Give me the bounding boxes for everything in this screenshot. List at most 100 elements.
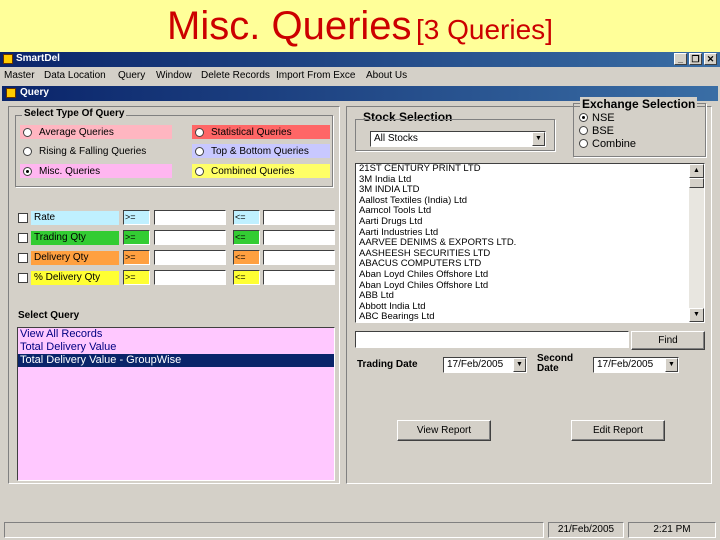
menu-master[interactable]: Master <box>4 70 35 81</box>
edit-report-button[interactable]: Edit Report <box>571 420 665 441</box>
rate-min-operator[interactable]: >= <box>123 210 150 225</box>
list-item[interactable]: 21ST CENTURY PRINT LTD <box>356 164 704 175</box>
list-item[interactable]: ABC Bearings Ltd <box>356 312 704 322</box>
chevron-down-icon[interactable]: ▼ <box>665 358 678 372</box>
rate-max-input[interactable] <box>263 210 335 225</box>
minimize-icon[interactable]: _ <box>674 53 687 65</box>
chevron-down-icon[interactable]: ▼ <box>513 358 526 372</box>
stock-combo-value: All Stocks <box>374 133 418 144</box>
status-panel-main <box>4 522 544 538</box>
delivery-qty-max-input[interactable] <box>263 250 335 265</box>
find-input[interactable] <box>355 331 629 348</box>
radio-nse[interactable]: NSE <box>576 111 615 124</box>
app-title-bar: SmartDel _ ❐ ✕ <box>0 52 720 67</box>
radio-label: Combined Queries <box>208 165 298 177</box>
stock-list[interactable]: 21ST CENTURY PRINT LTD 3M India Ltd 3M I… <box>355 163 705 323</box>
app-icon <box>3 54 13 64</box>
scroll-thumb[interactable] <box>689 178 704 188</box>
query-item-total-delivery-groupwise[interactable]: Total Delivery Value - GroupWise <box>18 354 334 367</box>
select-query-list[interactable]: View All Records Total Delivery Value To… <box>17 327 335 481</box>
chevron-down-icon[interactable]: ▼ <box>532 132 545 146</box>
delivery-qty-checkbox[interactable] <box>18 253 28 263</box>
trading-date-label: Trading Date <box>357 359 418 370</box>
pct-delivery-qty-min-input[interactable] <box>154 270 226 285</box>
query-window-title: Query <box>20 87 49 98</box>
radio-label: NSE <box>592 111 615 124</box>
query-window-icon <box>6 88 16 98</box>
trading-date-picker[interactable]: 17/Feb/2005 ▼ <box>443 357 527 373</box>
scroll-up-icon[interactable]: ▲ <box>689 164 704 178</box>
pct-delivery-qty-min-operator[interactable]: >= <box>123 270 150 285</box>
second-date-picker[interactable]: 17/Feb/2005 ▼ <box>593 357 679 373</box>
list-item[interactable]: Aban Loyd Chiles Offshore Ltd <box>356 280 704 292</box>
maximize-icon[interactable]: ❐ <box>689 53 702 65</box>
trading-date-value: 17/Feb/2005 <box>447 359 504 370</box>
list-item[interactable]: Aarti Drugs Ltd <box>356 216 704 228</box>
trading-qty-label: Trading Qty <box>31 231 119 245</box>
radio-rising-falling-queries[interactable]: Rising & Falling Queries <box>20 144 172 158</box>
radio-label: Misc. Queries <box>36 165 104 177</box>
right-panel: Stock Selection All Stocks ▼ Exchange Se… <box>346 97 712 484</box>
radio-label: Combine <box>592 137 637 150</box>
status-time: 2:21 PM <box>628 522 716 538</box>
radio-top-bottom-queries[interactable]: Top & Bottom Queries <box>192 144 330 158</box>
radio-combine[interactable]: Combine <box>576 137 636 150</box>
menu-bar: Master Data Location Query Window Delete… <box>0 68 720 84</box>
menu-data-location[interactable]: Data Location <box>44 70 106 81</box>
radio-dot <box>195 146 204 156</box>
app-window: SmartDel _ ❐ ✕ Master Data Location Quer… <box>0 52 720 540</box>
rate-min-input[interactable] <box>154 210 226 225</box>
slide-title-main: Misc. Queries <box>167 4 412 48</box>
rate-checkbox[interactable] <box>18 213 28 223</box>
trading-qty-min-input[interactable] <box>154 230 226 245</box>
view-report-button[interactable]: View Report <box>397 420 491 441</box>
radio-label: Average Queries <box>36 126 117 138</box>
radio-dot-selected <box>23 166 32 176</box>
app-title: SmartDel <box>16 53 60 64</box>
status-bar: 21/Feb/2005 2:21 PM <box>0 520 720 540</box>
radio-dot-selected <box>579 113 588 122</box>
radio-statistical-queries[interactable]: Statistical Queries <box>192 125 330 139</box>
pct-delivery-qty-max-input[interactable] <box>263 270 335 285</box>
slide-title-sub: [3 Queries] <box>416 14 553 45</box>
menu-window[interactable]: Window <box>156 70 192 81</box>
radio-label: Top & Bottom Queries <box>208 145 312 157</box>
menu-delete-records[interactable]: Delete Records <box>201 70 270 81</box>
query-type-label: Select Type Of Query <box>22 108 127 119</box>
find-button[interactable]: Find <box>631 331 705 350</box>
second-date-label-line2: Date <box>537 363 559 374</box>
trading-qty-max-input[interactable] <box>263 230 335 245</box>
delivery-qty-max-operator[interactable]: <= <box>233 250 260 265</box>
trading-qty-max-operator[interactable]: <= <box>233 230 260 245</box>
query-item-view-all[interactable]: View All Records <box>18 328 334 341</box>
pct-delivery-qty-checkbox[interactable] <box>18 273 28 283</box>
query-item-total-delivery-value[interactable]: Total Delivery Value <box>18 341 334 354</box>
list-item[interactable]: Aban Loyd Chiles Offshore Ltd <box>356 269 704 281</box>
second-date-value: 17/Feb/2005 <box>597 359 654 370</box>
exchange-label: Exchange Selection <box>580 97 698 111</box>
stock-list-scrollbar[interactable]: ▲ ▼ <box>689 164 704 322</box>
trading-qty-checkbox[interactable] <box>18 233 28 243</box>
radio-misc-queries[interactable]: Misc. Queries <box>20 164 172 178</box>
menu-query[interactable]: Query <box>118 70 145 81</box>
radio-label: Statistical Queries <box>208 126 295 138</box>
close-icon[interactable]: ✕ <box>704 53 717 65</box>
radio-average-queries[interactable]: Average Queries <box>20 125 172 139</box>
pct-delivery-qty-max-operator[interactable]: <= <box>233 270 260 285</box>
radio-label: BSE <box>592 124 615 137</box>
stock-combo[interactable]: All Stocks ▼ <box>370 131 546 147</box>
menu-import[interactable]: Import From Exce <box>276 70 355 81</box>
trading-qty-min-operator[interactable]: >= <box>123 230 150 245</box>
menu-about-us[interactable]: About Us <box>366 70 407 81</box>
rate-max-operator[interactable]: <= <box>233 210 260 225</box>
radio-dot <box>195 127 204 137</box>
exchange-group: Exchange Selection NSE BSE Combine <box>573 97 706 157</box>
stock-list-items: 21ST CENTURY PRINT LTD 3M India Ltd 3M I… <box>356 164 704 322</box>
delivery-qty-min-operator[interactable]: >= <box>123 250 150 265</box>
status-date: 21/Feb/2005 <box>548 522 624 538</box>
radio-combined-queries[interactable]: Combined Queries <box>192 164 330 178</box>
radio-bse[interactable]: BSE <box>576 124 614 137</box>
delivery-qty-min-input[interactable] <box>154 250 226 265</box>
scroll-down-icon[interactable]: ▼ <box>689 308 704 322</box>
rate-label: Rate <box>31 211 119 225</box>
